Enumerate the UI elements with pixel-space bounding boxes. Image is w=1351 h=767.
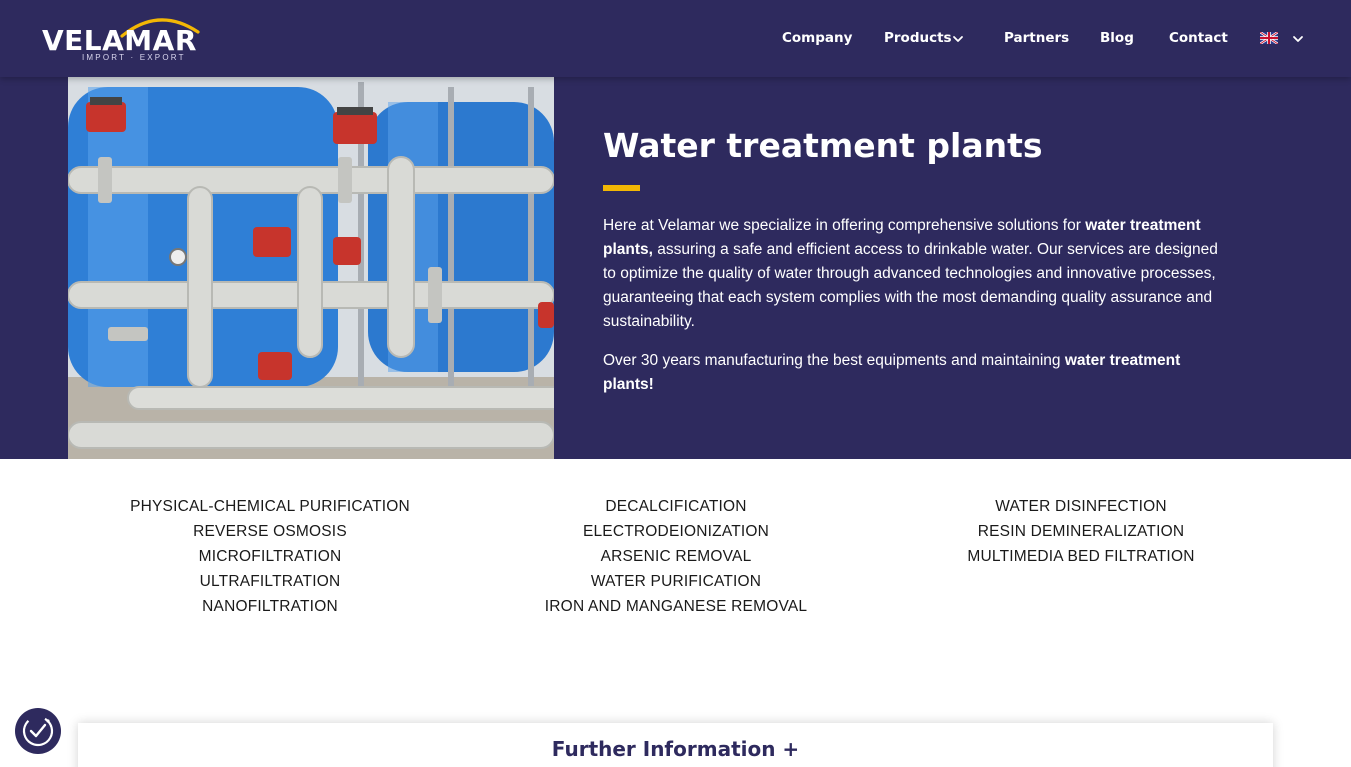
experience-paragraph: Over 30 years manufacturing the best equ… [603,349,1233,397]
title-underline-accent [603,185,640,191]
service-item[interactable]: PHYSICAL-CHEMICAL PURIFICATION [60,494,480,519]
language-chevron-icon[interactable] [1291,32,1305,46]
service-item[interactable]: ARSENIC REMOVAL [466,544,886,569]
service-item[interactable]: REVERSE OSMOSIS [60,519,480,544]
service-item[interactable]: MULTIMEDIA BED FILTRATION [871,544,1291,569]
nav-blog[interactable]: Blog [1100,30,1134,46]
nav-company[interactable]: Company [782,30,852,46]
service-item[interactable]: DECALCIFICATION [466,494,886,519]
service-item[interactable]: WATER DISINFECTION [871,494,1291,519]
further-information-panel: Further Information + [78,723,1273,767]
hero-image [68,77,554,459]
services-column-1: PHYSICAL-CHEMICAL PURIFICATION REVERSE O… [60,494,480,619]
intro-text-b: assuring a safe and efficient access to … [603,241,1218,330]
uk-flag-icon[interactable] [1260,32,1278,44]
cookie-consent-icon [22,715,54,747]
intro-paragraph: Here at Velamar we specialize in offerin… [603,214,1233,334]
nav-products[interactable]: Products [884,30,952,46]
service-item[interactable]: MICROFILTRATION [60,544,480,569]
page-title: Water treatment plants [603,126,1043,165]
service-item[interactable]: IRON AND MANGANESE REMOVAL [466,594,886,619]
intro-text-a: Here at Velamar we specialize in offerin… [603,217,1086,234]
service-item[interactable]: ELECTRODEIONIZATION [466,519,886,544]
nav-partners[interactable]: Partners [1004,30,1069,46]
nav-contact[interactable]: Contact [1169,30,1228,46]
site-header: VELAMAR IMPORT · EXPORT Company Products… [0,0,1351,77]
service-item[interactable]: ULTRAFILTRATION [60,569,480,594]
service-item[interactable]: WATER PURIFICATION [466,569,886,594]
further-information-toggle[interactable]: Further Information + [78,737,1273,761]
experience-text: Over 30 years manufacturing the best equ… [603,352,1065,369]
service-item[interactable]: NANOFILTRATION [60,594,480,619]
velamar-logo[interactable]: VELAMAR IMPORT · EXPORT [42,12,218,66]
services-column-3: WATER DISINFECTION RESIN DEMINERALIZATIO… [871,494,1291,569]
water-plant-illustration [68,77,554,459]
services-list: PHYSICAL-CHEMICAL PURIFICATION REVERSE O… [0,459,1351,689]
services-column-2: DECALCIFICATION ELECTRODEIONIZATION ARSE… [466,494,886,619]
logo-tagline: IMPORT · EXPORT [82,53,186,62]
service-item[interactable]: RESIN DEMINERALIZATION [871,519,1291,544]
hero-section: Water treatment plants Here at Velamar w… [0,77,1351,459]
chevron-down-icon[interactable] [951,32,965,46]
cookie-settings-button[interactable] [15,708,61,754]
